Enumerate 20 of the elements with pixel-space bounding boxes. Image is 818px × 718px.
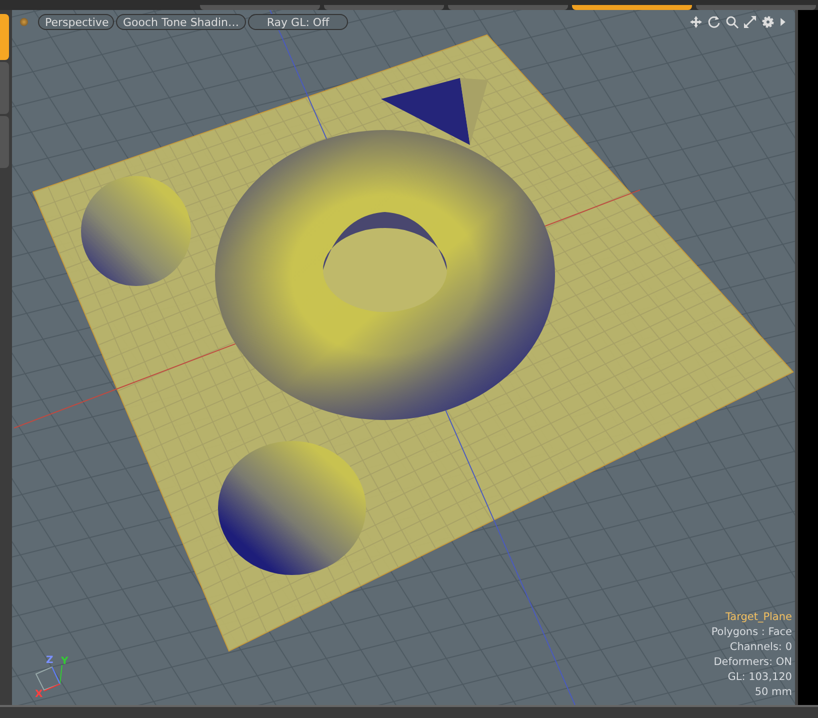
rotate-icon[interactable] [707, 15, 721, 29]
shading-button[interactable]: Gooch Tone Shadin… [116, 14, 246, 30]
info-line: Polygons : Face [711, 625, 792, 640]
info-line: Channels: 0 [730, 640, 792, 655]
info-line: 50 mm [754, 685, 792, 700]
play-icon[interactable] [779, 15, 787, 29]
expand-icon[interactable] [743, 15, 757, 29]
settings-icon[interactable] [761, 15, 775, 29]
axis-label: X [35, 689, 43, 699]
render-button[interactable]: Ray GL: Off [248, 14, 348, 30]
axis-label: Y [61, 656, 68, 667]
axis-gizmo-drawing [35, 664, 62, 692]
axis-label: Z [46, 655, 54, 666]
move-icon[interactable] [689, 15, 703, 29]
projection-button[interactable]: Perspective [38, 14, 114, 30]
3d-viewport[interactable]: Perspective Gooch Tone Shadin… Ray GL: Off Target_Plane Polygons : Face Channels: 0 Deformers: ON GL: 103,120 50 mm Z Y X [12, 10, 795, 705]
search-icon[interactable] [725, 15, 739, 29]
item-name: Target_Plane [725, 610, 792, 625]
info-line: GL: 103,120 [728, 670, 792, 685]
info-line: Deformers: ON [714, 655, 792, 670]
